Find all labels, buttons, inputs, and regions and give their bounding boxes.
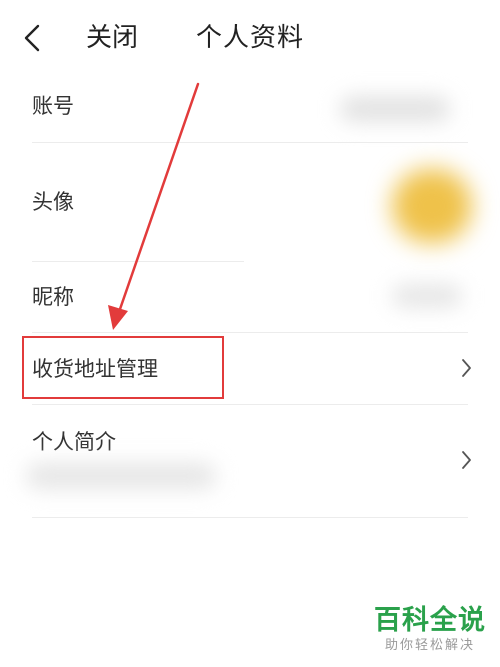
bio-row[interactable]: 个人简介 (0, 405, 500, 517)
chevron-right-icon (462, 451, 471, 469)
account-label: 账号 (32, 94, 74, 118)
close-button[interactable]: 关闭 (86, 20, 138, 56)
chevron-left-icon (24, 24, 40, 52)
profile-page: 关闭 个人资料 账号 头像 昵称 收货地址管理 个人简介 百科全说 助你轻松解决 (0, 0, 500, 667)
account-value-blurred (340, 96, 450, 122)
watermark-subtitle: 助你轻松解决 (384, 638, 475, 653)
watermark-logo: 百科全说 助你轻松解决 (374, 605, 486, 655)
watermark-title: 百科全说 (374, 605, 486, 636)
divider (32, 517, 468, 518)
header-bar: 关闭 个人资料 (0, 0, 500, 76)
highlight-box (22, 336, 224, 399)
bio-value-blurred (26, 463, 216, 489)
account-row[interactable]: 账号 (0, 76, 500, 142)
nickname-label: 昵称 (32, 285, 74, 309)
nickname-value-blurred (392, 284, 462, 308)
chevron-right-icon (462, 359, 471, 377)
avatar-label: 头像 (32, 190, 74, 214)
avatar-row[interactable]: 头像 (0, 143, 500, 261)
page-title: 个人资料 (196, 23, 305, 53)
nickname-row[interactable]: 昵称 (0, 262, 500, 332)
bio-label: 个人简介 (32, 430, 116, 454)
back-button[interactable] (14, 18, 50, 58)
avatar-image-blurred[interactable] (392, 169, 472, 243)
